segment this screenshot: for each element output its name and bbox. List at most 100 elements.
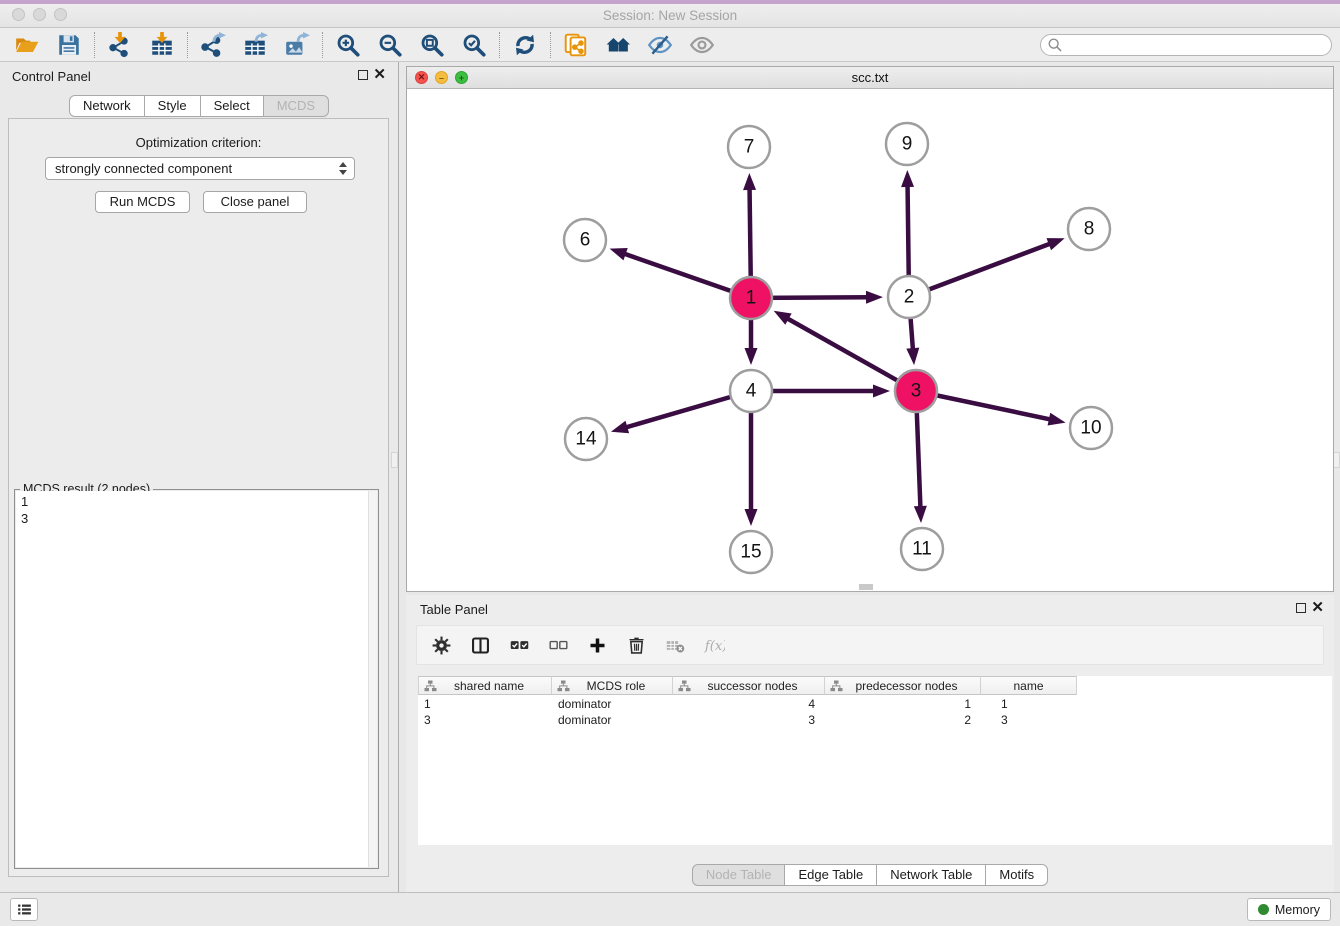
control-panel-float-icon[interactable] (358, 70, 368, 80)
graph-edge-3-1[interactable] (787, 318, 916, 391)
column-header-name[interactable]: name (981, 676, 1077, 695)
export-image-button[interactable] (276, 30, 318, 60)
column-header-mcds-role[interactable]: MCDS role (552, 676, 673, 695)
cell-predecessor-nodes[interactable]: 2 (825, 712, 981, 729)
graph-edge-2-8[interactable] (909, 243, 1051, 297)
graph-node-8[interactable]: 8 (1068, 208, 1110, 250)
save-session-icon (56, 32, 82, 58)
export-table-button[interactable] (234, 30, 276, 60)
task-history-button[interactable] (10, 898, 38, 921)
zoom-in-button[interactable] (327, 30, 369, 60)
graph-node-1[interactable]: 1 (730, 277, 772, 319)
mcds-result-fieldset: MCDS result (2 nodes) 13 (14, 489, 379, 869)
graph-node-15[interactable]: 15 (730, 531, 772, 573)
zoom-fit-button[interactable] (411, 30, 453, 60)
right-splitter-grip[interactable] (1333, 452, 1340, 468)
graph-node-14[interactable]: 14 (565, 418, 607, 460)
graph-node-7[interactable]: 7 (728, 126, 770, 168)
tab-network[interactable]: Network (69, 95, 145, 117)
cell-mcds-role[interactable]: dominator (552, 695, 673, 712)
graph-node-4[interactable]: 4 (730, 370, 772, 412)
add-row-button[interactable] (585, 633, 609, 657)
home-button[interactable] (597, 30, 639, 60)
toolbar-divider (187, 32, 188, 58)
column-header-predecessor-nodes[interactable]: predecessor nodes (825, 676, 981, 695)
memory-button[interactable]: Memory (1247, 898, 1331, 921)
graph-node-10[interactable]: 10 (1070, 407, 1112, 449)
cell-shared-name[interactable]: 1 (418, 695, 552, 712)
graph-edge-arrowhead-3-11 (914, 506, 927, 523)
canvas-resize-grip[interactable] (859, 584, 873, 590)
tab-select[interactable]: Select (200, 95, 264, 117)
tab-node-table[interactable]: Node Table (692, 864, 786, 886)
table-panel-title: Table Panel (420, 602, 488, 617)
left-splitter-grip[interactable] (391, 452, 398, 468)
refresh-button[interactable] (504, 30, 546, 60)
mcds-panel: Optimization criterion: strongly connect… (8, 118, 389, 877)
zoom-in-icon (335, 32, 361, 58)
cell-shared-name[interactable]: 3 (418, 712, 552, 729)
search-input[interactable] (1040, 34, 1332, 56)
graph-node-9[interactable]: 9 (886, 123, 928, 165)
window-title: Session: New Session (0, 4, 1340, 28)
table-options-button[interactable] (429, 633, 453, 657)
graph-node-2[interactable]: 2 (888, 276, 930, 318)
graph-node-label-14: 14 (575, 429, 597, 450)
export-network-icon (200, 32, 226, 58)
network-canvas[interactable]: 7 9 6 8 1 2 4 3 14 10 15 11 (407, 89, 1333, 591)
network-window-title: scc.txt (407, 67, 1333, 89)
open-file-icon (14, 32, 40, 58)
show-all-button[interactable] (681, 30, 723, 60)
column-header-shared-name[interactable]: shared name (418, 676, 552, 695)
tab-network-table[interactable]: Network Table (876, 864, 986, 886)
export-network-button[interactable] (192, 30, 234, 60)
show-columns-icon (470, 635, 491, 656)
cell-name[interactable]: 1 (981, 695, 1077, 712)
zoom-out-button[interactable] (369, 30, 411, 60)
mcds-result-textarea[interactable]: 13 (16, 491, 377, 867)
select-all-button[interactable] (507, 633, 531, 657)
graph-node-11[interactable]: 11 (901, 528, 943, 570)
table-panel-float-icon[interactable] (1296, 603, 1306, 613)
run-mcds-button[interactable]: Run MCDS (95, 191, 190, 213)
cell-successor-nodes[interactable]: 3 (673, 712, 825, 729)
cell-name[interactable]: 3 (981, 712, 1077, 729)
deselect-all-button[interactable] (546, 633, 570, 657)
memory-label: Memory (1275, 903, 1320, 917)
zoom-fit-icon (419, 32, 445, 58)
org-chart-icon (424, 680, 437, 692)
zoom-selected-button[interactable] (453, 30, 495, 60)
import-network-icon (107, 32, 133, 58)
import-network-button[interactable] (99, 30, 141, 60)
graph-node-label-11: 11 (912, 539, 932, 560)
open-file-button[interactable] (6, 30, 48, 60)
cell-successor-nodes[interactable]: 4 (673, 695, 825, 712)
control-panel-close-icon[interactable]: ✕ (373, 65, 386, 85)
new-network-from-selection-button[interactable] (555, 30, 597, 60)
delete-row-button[interactable] (624, 633, 648, 657)
close-panel-button[interactable]: Close panel (203, 191, 307, 213)
tab-style[interactable]: Style (144, 95, 201, 117)
graph-node-3[interactable]: 3 (895, 370, 937, 412)
import-table-button[interactable] (141, 30, 183, 60)
tab-motifs[interactable]: Motifs (985, 864, 1048, 886)
cell-mcds-role[interactable]: dominator (552, 712, 673, 729)
table-toolbar: f(x) (416, 625, 1324, 665)
save-session-button[interactable] (48, 30, 90, 60)
graph-edge-arrowhead-4-15 (745, 509, 758, 526)
column-header-successor-nodes[interactable]: successor nodes (673, 676, 825, 695)
graph-node-label-1: 1 (746, 288, 757, 309)
graph-node-label-15: 15 (740, 542, 761, 563)
graph-edge-arrowhead-3-1 (774, 311, 792, 325)
graph-node-6[interactable]: 6 (564, 219, 606, 261)
mcds-result-scrollbar[interactable] (368, 491, 377, 867)
hide-selected-button[interactable] (639, 30, 681, 60)
tab-edge-table[interactable]: Edge Table (784, 864, 877, 886)
tab-mcds[interactable]: MCDS (263, 95, 329, 117)
cell-predecessor-nodes[interactable]: 1 (825, 695, 981, 712)
criterion-select[interactable]: strongly connected component (45, 157, 355, 180)
mcds-result-line: 1 (21, 493, 372, 510)
select-stepper-icon (339, 162, 347, 175)
table-panel-close-icon[interactable]: ✕ (1311, 598, 1324, 618)
show-columns-button[interactable] (468, 633, 492, 657)
